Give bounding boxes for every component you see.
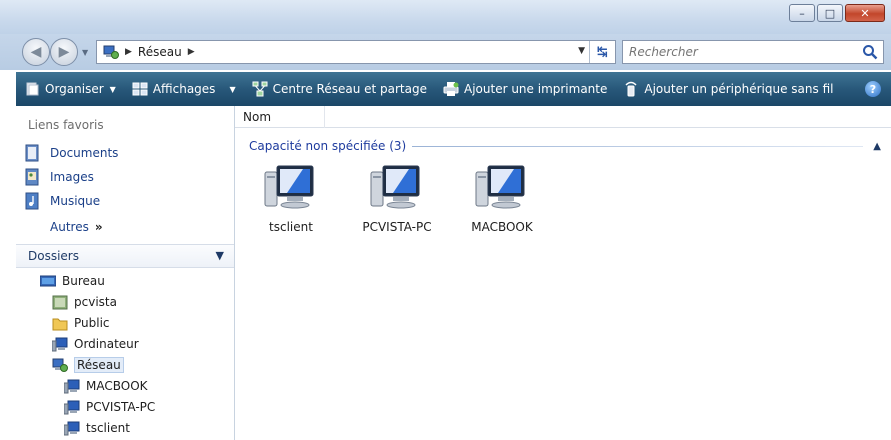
music-icon — [24, 192, 40, 210]
network-computer-icon — [263, 164, 319, 212]
desktop-icon — [39, 274, 57, 289]
back-button[interactable]: ◀ — [22, 38, 50, 66]
address-row: ◀ ▶ ▼ ▶ Réseau ▶ ▼ ↹ — [0, 34, 891, 70]
organize-icon — [24, 81, 40, 97]
favorite-more-link[interactable]: Autres» — [50, 220, 103, 234]
network-item-pcvista-pc[interactable]: PCVISTA-PC — [347, 164, 447, 234]
favorite-links-header: Liens favoris — [28, 118, 104, 132]
breadcrumb-network[interactable]: Réseau — [138, 45, 182, 59]
arrow-right-icon: ▶ — [58, 44, 70, 60]
forward-button[interactable]: ▶ — [50, 38, 78, 66]
breadcrumb-separator-icon[interactable]: ▶ — [188, 47, 195, 57]
title-bar: – □ ✕ — [0, 0, 891, 34]
favorite-images[interactable]: Images — [24, 168, 94, 186]
tree-item-tsclient[interactable]: tsclient — [63, 418, 130, 438]
network-computer-icon — [369, 164, 425, 212]
network-icon — [103, 45, 119, 59]
refresh-icon: ↹ — [597, 44, 608, 60]
refresh-button[interactable]: ↹ — [589, 41, 615, 63]
network-center-button[interactable]: Centre Réseau et partage — [244, 72, 435, 106]
tree-item-pcvista[interactable]: pcvista — [52, 292, 117, 312]
computer-icon — [63, 400, 80, 415]
column-header-name[interactable]: Nom — [235, 105, 325, 128]
breadcrumb-separator-icon[interactable]: ▶ — [125, 47, 132, 57]
window-controls: – □ ✕ — [789, 4, 885, 22]
group-header[interactable]: Capacité non spécifiée (3) ▲ — [249, 138, 881, 154]
address-dropdown-icon[interactable]: ▼ — [578, 46, 585, 56]
network-computer-icon — [474, 164, 530, 212]
organize-button[interactable]: Organiser ▼ — [16, 72, 124, 106]
arrow-left-icon: ◀ — [30, 44, 42, 60]
chevron-down-icon: ▼ — [229, 84, 236, 94]
recent-pages-dropdown[interactable]: ▼ — [82, 48, 88, 57]
close-button[interactable]: ✕ — [845, 4, 885, 22]
help-icon[interactable]: ? — [865, 81, 881, 97]
add-wireless-device-button[interactable]: Ajouter un périphérique sans fil — [615, 72, 841, 106]
network-icon — [52, 358, 68, 373]
tree-item-pcvista-pc[interactable]: PCVISTA-PC — [63, 397, 155, 417]
search-box[interactable] — [622, 40, 884, 64]
tree-item-macbook[interactable]: MACBOOK — [63, 376, 148, 396]
favorite-documents[interactable]: Documents — [24, 144, 118, 162]
chevron-down-icon[interactable]: ▼ — [216, 249, 224, 262]
content-pane: Nom Capacité non spécifiée (3) ▲ tsclien… — [235, 105, 891, 440]
user-folder-icon — [52, 295, 68, 310]
chevron-up-icon[interactable]: ▲ — [873, 141, 881, 152]
navigation-pane: Liens favoris Documents Images Musique A… — [16, 106, 235, 440]
folder-icon — [52, 316, 68, 331]
address-bar[interactable]: ▶ Réseau ▶ ▼ ↹ — [96, 40, 616, 64]
tree-item-computer[interactable]: Ordinateur — [51, 334, 139, 354]
group-label: Capacité non spécifiée (3) — [249, 139, 407, 153]
network-item-tsclient[interactable]: tsclient — [241, 164, 341, 234]
minimize-button[interactable]: – — [789, 4, 815, 22]
network-center-icon — [252, 81, 268, 97]
command-bar: Organiser ▼ Affichages ▼ Centre Réseau e… — [16, 72, 891, 106]
tree-item-network[interactable]: Réseau — [52, 355, 124, 375]
maximize-button[interactable]: □ — [817, 4, 843, 22]
folders-header[interactable]: Dossiers ▼ — [16, 244, 234, 268]
chevron-down-icon: ▼ — [109, 84, 116, 94]
computer-icon — [63, 421, 80, 436]
group-divider — [412, 145, 864, 147]
wireless-device-icon — [623, 81, 639, 97]
computer-icon — [51, 337, 68, 352]
tree-item-desktop[interactable]: Bureau — [39, 271, 105, 291]
documents-icon — [24, 144, 40, 162]
search-input[interactable] — [629, 45, 849, 59]
views-button[interactable]: Affichages ▼ — [124, 72, 244, 106]
network-item-macbook[interactable]: MACBOOK — [452, 164, 552, 234]
double-chevron-icon: » — [94, 220, 103, 234]
views-icon — [132, 81, 148, 97]
add-printer-button[interactable]: Ajouter une imprimante — [435, 72, 615, 106]
search-icon[interactable] — [862, 44, 878, 60]
printer-icon — [443, 81, 459, 97]
computer-icon — [63, 379, 80, 394]
images-icon — [24, 168, 40, 186]
tree-item-public[interactable]: Public — [52, 313, 110, 333]
column-header-row: Nom — [235, 105, 891, 128]
favorite-music[interactable]: Musique — [24, 192, 100, 210]
